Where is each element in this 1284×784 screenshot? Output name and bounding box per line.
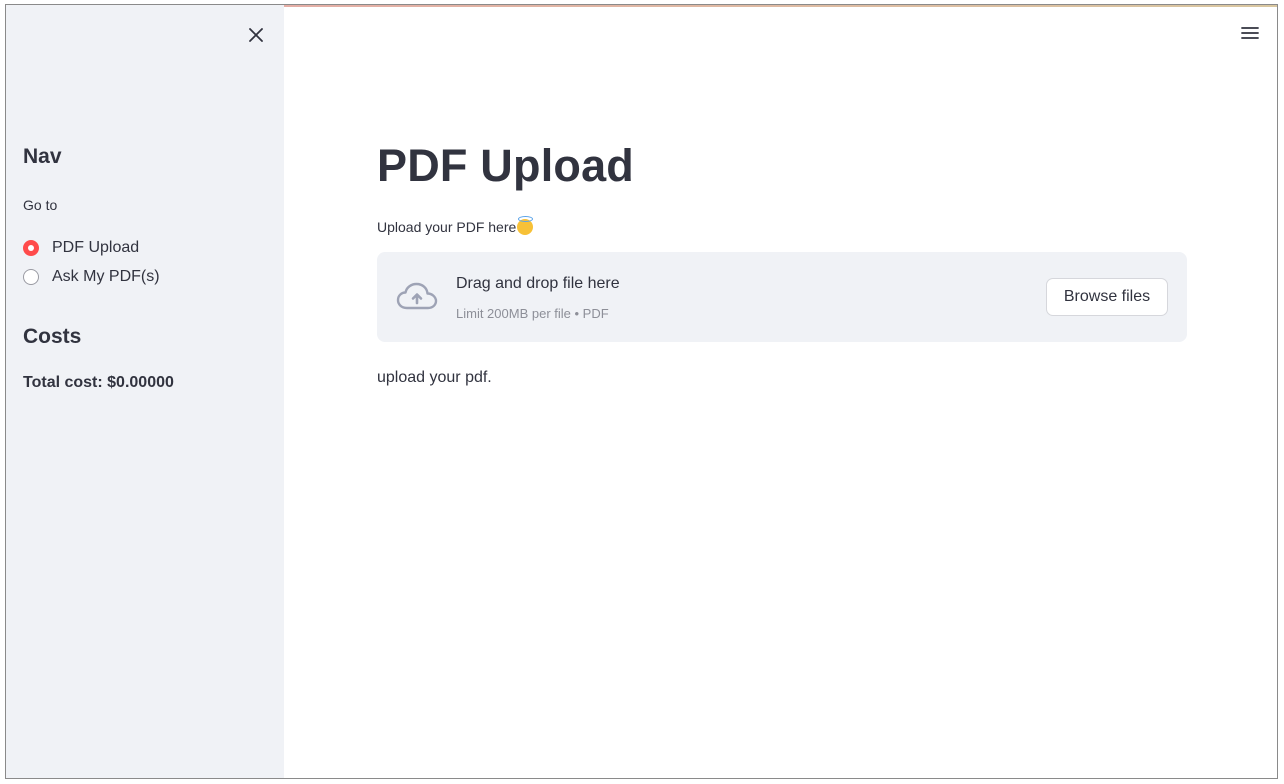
goto-label: Go to [23,197,58,213]
radio-label: PDF Upload [52,238,140,256]
browse-files-button[interactable]: Browse files [1046,278,1168,316]
costs-heading: Costs [23,325,82,348]
total-cost-text: Total cost: $0.00000 [23,374,174,391]
status-text: upload your pdf. [377,369,492,386]
radio-option-ask-my-pdfs[interactable]: Ask My PDF(s) [23,262,160,291]
cloud-upload-icon [396,282,438,310]
upload-label-text: Upload your PDF here [377,219,517,235]
page-title: PDF Upload [377,140,634,191]
close-icon [249,28,263,42]
hamburger-menu-icon [1241,27,1259,39]
radio-option-pdf-upload[interactable]: PDF Upload [23,233,160,262]
nav-heading: Nav [23,145,62,168]
radio-selected-icon [23,239,39,256]
upload-label: Upload your PDF here [377,216,534,235]
dropzone-limit-text: Limit 200MB per file • PDF [456,306,609,321]
app-window: Nav Go to PDF Upload Ask My PDF(s) Costs… [5,4,1278,779]
dropzone-title: Drag and drop file here [456,275,620,292]
radio-unselected-icon [23,268,39,285]
close-sidebar-button[interactable] [244,23,268,47]
main-menu-button[interactable] [1238,23,1262,43]
file-dropzone[interactable]: Drag and drop file here Limit 200MB per … [377,252,1187,342]
smiling-face-with-halo-icon [517,216,534,235]
main-content: PDF Upload Upload your PDF here Drag and… [284,5,1277,778]
nav-radio-group: PDF Upload Ask My PDF(s) [23,233,160,291]
sidebar: Nav Go to PDF Upload Ask My PDF(s) Costs… [6,5,284,778]
radio-label: Ask My PDF(s) [52,267,160,285]
